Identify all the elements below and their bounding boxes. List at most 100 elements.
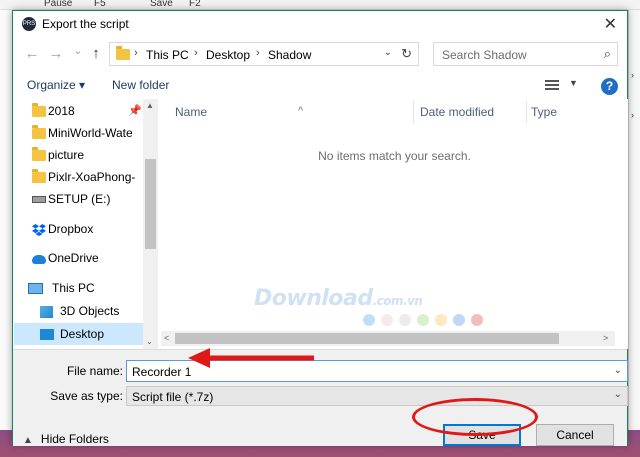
- column-date-label: Date modified: [420, 105, 495, 119]
- refresh-button[interactable]: ↻: [401, 46, 412, 62]
- column-date-modified[interactable]: Date modified: [414, 99, 526, 125]
- breadcrumb-separator: ›: [134, 47, 138, 59]
- up-button[interactable]: ↑: [87, 45, 105, 62]
- chevron-down-icon[interactable]: ⌄: [614, 389, 622, 400]
- hide-folders-button[interactable]: ▲ Hide Folders: [23, 432, 109, 446]
- watermark-dots: [363, 314, 489, 329]
- background-left-edge: [0, 10, 12, 430]
- background-toolbar: Pause F5 Save F2: [0, 0, 640, 10]
- filename-label: File name:: [66, 364, 123, 378]
- sort-ascending-icon: ^: [298, 105, 304, 117]
- folder-icon: [32, 103, 46, 117]
- nav-item-this-pc[interactable]: This PC: [14, 277, 144, 299]
- dialog-title: Export the script: [42, 17, 129, 31]
- nav-item-label: This PC: [52, 281, 95, 295]
- watermark-dot: [471, 314, 483, 326]
- nav-item-label: SETUP (E:): [48, 192, 111, 206]
- column-type[interactable]: Type: [527, 99, 607, 125]
- scroll-left-icon[interactable]: <: [164, 333, 169, 343]
- savetype-value: Script file (*.7z): [132, 390, 214, 404]
- view-options-icon[interactable]: [545, 79, 559, 91]
- watermark-dot: [453, 314, 465, 326]
- title-bar: PRS Export the script ✕: [13, 11, 627, 37]
- computer-icon: [28, 283, 43, 294]
- nav-item-label: OneDrive: [48, 251, 99, 265]
- search-box[interactable]: Search Shadow ⌕: [433, 42, 618, 66]
- chevron-down-icon[interactable]: ⌄: [614, 365, 622, 376]
- save-button[interactable]: Save: [443, 424, 521, 446]
- nav-item-dropbox[interactable]: Dropbox: [14, 218, 144, 240]
- annotation-arrow-icon: [188, 348, 314, 368]
- savetype-label: Save as type:: [50, 389, 123, 403]
- empty-message: No items match your search.: [318, 149, 471, 163]
- column-name-label: Name: [175, 105, 208, 119]
- search-input[interactable]: Search Shadow: [442, 48, 527, 62]
- filename-value[interactable]: Recorder 1: [132, 365, 191, 379]
- nav-item-miniworld[interactable]: MiniWorld-Wate: [14, 122, 144, 144]
- cloud-icon: [32, 255, 46, 264]
- breadcrumb-desktop[interactable]: Desktop: [206, 48, 250, 62]
- dropbox-icon: [32, 224, 46, 236]
- nav-item-onedrive[interactable]: OneDrive: [14, 247, 144, 269]
- breadcrumb-this-pc[interactable]: This PC: [146, 48, 189, 62]
- navigation-pane: 2018 📌 MiniWorld-Wate picture Pixlr-XoaP…: [14, 99, 159, 349]
- folder-icon: [32, 147, 46, 161]
- recent-locations-button[interactable]: ⌄: [69, 44, 87, 57]
- breadcrumb-shadow[interactable]: Shadow: [268, 48, 311, 62]
- address-dropdown-icon[interactable]: ⌄: [384, 47, 392, 58]
- pin-icon: 📌: [128, 105, 142, 117]
- scroll-down-icon[interactable]: ⌄: [146, 337, 153, 346]
- address-row: ← → ⌄ ↑ › This PC › Desktop › Shadow ⌄ ↻…: [13, 42, 627, 68]
- close-button[interactable]: ✕: [604, 14, 617, 34]
- hide-folders-label: Hide Folders: [40, 432, 109, 446]
- nav-item-3d-objects[interactable]: 3D Objects: [14, 300, 144, 322]
- breadcrumb-separator: ›: [194, 47, 198, 59]
- cancel-button[interactable]: Cancel: [536, 424, 614, 446]
- bg-label-pause: Pause: [44, 0, 73, 9]
- scroll-up-icon[interactable]: ▲: [146, 101, 154, 110]
- view-dropdown-icon[interactable]: ▼: [569, 78, 578, 88]
- watermark-dot: [399, 314, 411, 326]
- organize-button[interactable]: Organize ▾: [27, 78, 85, 92]
- horizontal-scrollbar[interactable]: < >: [161, 331, 615, 346]
- scrollbar-thumb[interactable]: [175, 333, 559, 344]
- watermark-text: Download: [254, 286, 373, 311]
- address-bar[interactable]: › This PC › Desktop › Shadow ⌄ ↻: [109, 42, 419, 66]
- command-bar: Organize ▾ New folder ▼ ?: [13, 74, 627, 98]
- app-icon: PRS: [22, 17, 36, 31]
- nav-item-picture[interactable]: picture: [14, 144, 144, 166]
- scrollbar-thumb[interactable]: [145, 159, 156, 249]
- nav-item-label: Dropbox: [48, 222, 94, 236]
- watermark-suffix: .com.vn: [372, 294, 423, 308]
- save-dialog: PRS Export the script ✕ ← → ⌄ ↑ › This P…: [12, 10, 628, 446]
- savetype-select[interactable]: Script file (*.7z) ⌄: [126, 386, 628, 406]
- back-button[interactable]: ←: [23, 45, 41, 62]
- nav-item-pixlr[interactable]: Pixlr-XoaPhong-: [14, 166, 144, 188]
- search-icon: ⌕: [603, 46, 611, 61]
- folder-icon: [32, 169, 46, 183]
- forward-button[interactable]: →: [47, 45, 65, 62]
- bg-label-f5: F5: [94, 0, 106, 9]
- breadcrumb-separator: ›: [256, 47, 260, 59]
- watermark-logo: Download.com.vn: [254, 286, 423, 311]
- cube-icon: [40, 306, 53, 318]
- nav-item-label: 3D Objects: [60, 304, 120, 318]
- save-form: File name: Recorder 1 ⌄ Save as type: Sc…: [13, 349, 628, 446]
- navigation-scrollbar[interactable]: ▲ ⌄: [143, 99, 158, 349]
- bg-label-f2: F2: [189, 0, 201, 9]
- folder-icon: [116, 46, 130, 60]
- column-name[interactable]: Name ^: [161, 99, 413, 125]
- watermark-dot: [381, 314, 393, 326]
- file-list: Name ^ Date modified Type No items match…: [161, 99, 628, 349]
- new-folder-button[interactable]: New folder: [112, 78, 169, 92]
- nav-item-2018[interactable]: 2018 📌: [14, 100, 144, 122]
- nav-item-desktop[interactable]: Desktop: [14, 323, 144, 345]
- help-button[interactable]: ?: [601, 78, 618, 95]
- scroll-right-icon[interactable]: >: [603, 333, 608, 343]
- watermark-dot: [363, 314, 375, 326]
- nav-item-label: Pixlr-XoaPhong-: [48, 170, 136, 184]
- watermark-dot: [417, 314, 429, 326]
- nav-item-setup-drive[interactable]: SETUP (E:): [14, 188, 144, 210]
- folder-icon: [32, 125, 46, 139]
- chevron-right-icon: ›: [631, 70, 634, 80]
